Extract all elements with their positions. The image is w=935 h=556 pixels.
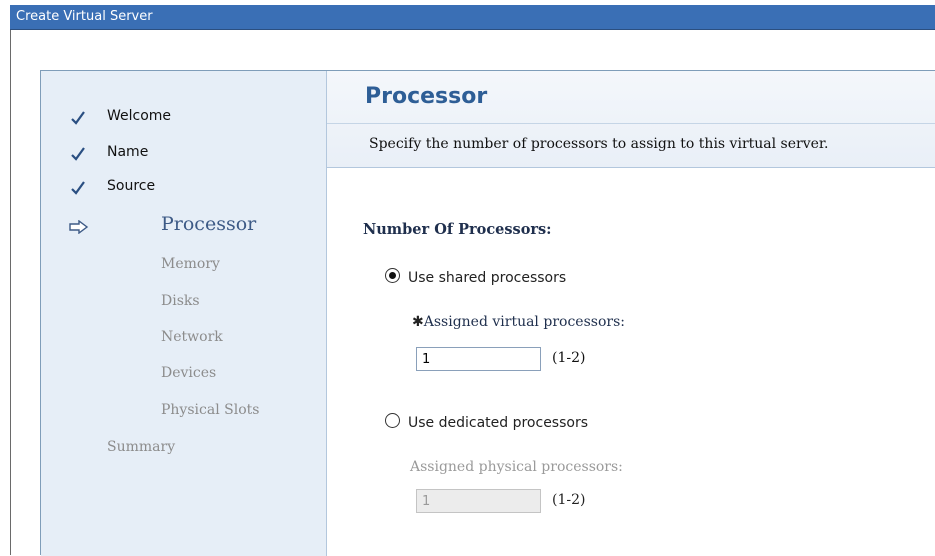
wizard-panel: Welcome Name Source Processor Memory Dis… — [40, 70, 935, 556]
step-name[interactable]: Name — [107, 144, 148, 160]
assigned-virtual-processors-text: Assigned virtual processors: — [423, 314, 625, 330]
number-of-processors-label: Number Of Processors: — [363, 221, 552, 238]
virtual-processors-input[interactable] — [416, 347, 541, 371]
step-welcome[interactable]: Welcome — [107, 108, 171, 124]
window-titlebar[interactable]: Create Virtual Server — [10, 5, 935, 30]
wizard-content: Processor Specify the number of processo… — [327, 71, 935, 556]
physical-processors-input[interactable] — [416, 489, 541, 513]
step-devices[interactable]: Devices — [161, 365, 216, 381]
checkmark-icon — [71, 111, 85, 125]
page-header: Processor Specify the number of processo… — [327, 71, 935, 168]
virtual-processors-range: (1-2) — [552, 350, 586, 366]
shared-processors-radio[interactable] — [385, 268, 400, 283]
window-left-border — [10, 30, 11, 555]
physical-processors-range: (1-2) — [552, 492, 586, 508]
step-disks[interactable]: Disks — [161, 293, 200, 309]
step-processor[interactable]: Processor — [161, 213, 256, 235]
checkmark-icon — [71, 147, 85, 161]
step-source[interactable]: Source — [107, 178, 155, 194]
wizard-steps-sidebar: Welcome Name Source Processor Memory Dis… — [41, 71, 327, 556]
step-summary[interactable]: Summary — [107, 439, 175, 455]
dedicated-processors-label[interactable]: Use dedicated processors — [408, 415, 588, 431]
shared-processors-label[interactable]: Use shared processors — [408, 270, 566, 286]
header-divider — [327, 123, 935, 124]
checkmark-icon — [71, 181, 85, 195]
assigned-physical-processors-label: Assigned physical processors: — [410, 459, 623, 475]
assigned-virtual-processors-label: ✱Assigned virtual processors: — [412, 314, 625, 330]
window-title: Create Virtual Server — [16, 9, 153, 24]
current-step-arrow-icon — [69, 220, 89, 234]
step-memory[interactable]: Memory — [161, 256, 220, 272]
dedicated-processors-radio[interactable] — [385, 413, 400, 428]
step-network[interactable]: Network — [161, 329, 223, 345]
required-asterisk-icon: ✱ — [412, 314, 424, 330]
step-physical-slots[interactable]: Physical Slots — [161, 402, 259, 418]
page-title: Processor — [365, 84, 488, 109]
page-description: Specify the number of processors to assi… — [369, 136, 829, 152]
